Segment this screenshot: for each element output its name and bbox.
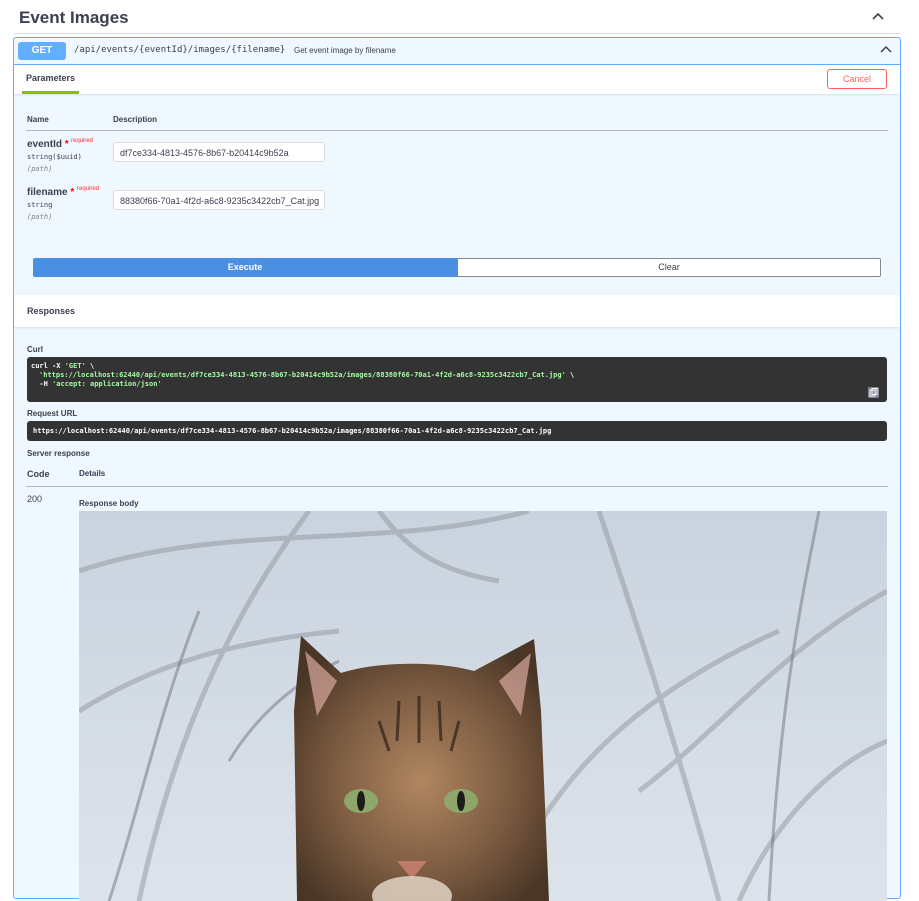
curl-label: Curl bbox=[27, 345, 43, 354]
param-name-text: eventId bbox=[27, 139, 63, 150]
chevron-up-icon[interactable] bbox=[869, 8, 887, 26]
param-type: string($uuid) bbox=[27, 153, 82, 161]
method-badge: GET bbox=[18, 42, 66, 60]
execute-button-group: Execute Clear bbox=[33, 258, 881, 277]
curl-header: 'accept: application/json' bbox=[52, 380, 162, 388]
required-label: required bbox=[77, 186, 100, 192]
request-url: https://localhost:62440/api/events/df7ce… bbox=[33, 427, 552, 435]
param-name-text: filename bbox=[27, 187, 68, 198]
parameters-tab-bar: Parameters Cancel bbox=[14, 65, 900, 94]
param-name: eventId * bbox=[27, 139, 69, 150]
curl-url: 'https://localhost:62440/api/events/df7c… bbox=[39, 371, 566, 379]
curl-header-flag: -H bbox=[31, 380, 53, 388]
curl-continuation: \ bbox=[85, 362, 95, 370]
curl-continuation: \ bbox=[565, 371, 575, 379]
response-body-label: Response body bbox=[79, 499, 139, 508]
param-name: filename * bbox=[27, 187, 74, 198]
curl-line-1: curl -X 'GET' \ bbox=[31, 362, 94, 370]
responses-title: Responses bbox=[27, 306, 76, 316]
section-divider bbox=[14, 33, 900, 34]
response-code: 200 bbox=[27, 494, 43, 504]
operation-summary-text: Get event image by filename bbox=[294, 46, 396, 55]
tab-active-indicator bbox=[22, 91, 79, 94]
eventid-input[interactable]: df7ce334-4813-4576-8b67-b20414c9b52a bbox=[113, 142, 325, 162]
section-header[interactable]: Event Images bbox=[0, 0, 919, 36]
curl-command: curl -X bbox=[31, 362, 65, 370]
operation-path: /api/events/{eventId}/images/{filename} bbox=[74, 45, 286, 55]
request-url-label: Request URL bbox=[27, 409, 78, 418]
required-star: * bbox=[64, 139, 69, 150]
operation-block: GET /api/events/{eventId}/images/{filena… bbox=[13, 37, 901, 901]
clear-button[interactable]: Clear bbox=[457, 258, 881, 277]
filename-input[interactable]: 88380f66-70a1-4f2d-a6c8-9235c3422cb7_Cat… bbox=[113, 190, 325, 210]
tab-parameters[interactable]: Parameters bbox=[26, 73, 75, 83]
params-header-description: Description bbox=[113, 115, 158, 124]
param-location: (path) bbox=[27, 213, 53, 221]
cancel-button[interactable]: Cancel bbox=[827, 69, 887, 89]
code-header: Code bbox=[27, 469, 50, 479]
execute-button[interactable]: Execute bbox=[33, 258, 457, 277]
param-location: (path) bbox=[27, 165, 53, 173]
required-star: * bbox=[70, 187, 75, 198]
curl-line-2: 'https://localhost:62440/api/events/df7c… bbox=[39, 371, 574, 379]
response-header-divider bbox=[26, 486, 888, 487]
curl-line-3: -H 'accept: application/json' bbox=[31, 380, 162, 388]
section-title: Event Images bbox=[19, 8, 129, 27]
curl-block[interactable]: curl -X 'GET' \ 'https://localhost:62440… bbox=[27, 357, 887, 402]
operation-summary[interactable]: GET /api/events/{eventId}/images/{filena… bbox=[14, 38, 900, 65]
server-response-label: Server response bbox=[27, 449, 90, 458]
chevron-up-icon[interactable] bbox=[878, 42, 894, 58]
curl-method: 'GET' bbox=[64, 362, 86, 370]
required-label: required bbox=[71, 138, 94, 144]
response-image bbox=[79, 511, 887, 901]
request-url-block[interactable]: https://localhost:62440/api/events/df7ce… bbox=[27, 421, 887, 441]
param-type: string bbox=[27, 201, 53, 209]
copy-icon[interactable] bbox=[868, 387, 879, 398]
params-header-divider bbox=[26, 130, 888, 131]
cat-photo bbox=[79, 511, 887, 901]
details-header: Details bbox=[79, 469, 106, 478]
responses-header: Responses bbox=[14, 295, 900, 327]
params-header-name: Name bbox=[27, 115, 49, 124]
